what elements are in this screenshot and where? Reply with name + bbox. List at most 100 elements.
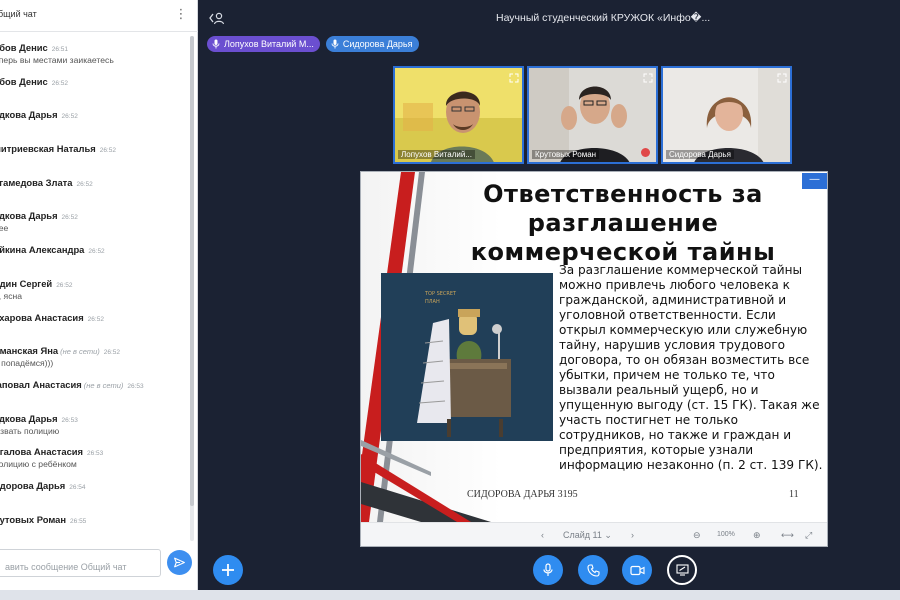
message-text: а, ясна (0, 290, 23, 301)
message-author[interactable]: игалова Анастасия (0, 446, 83, 457)
chat-message: убов Денис26:52а (0, 74, 190, 108)
conference-top-bar: Научный студенческий КРУЖОК «Инфо�... (198, 0, 900, 34)
chat-message: айкина Александра 26:52а (0, 242, 190, 276)
message-text: к (0, 526, 190, 538)
zoom-in-icon[interactable]: ⊕ (753, 528, 761, 542)
microphone-muted-icon (641, 148, 650, 157)
back-participants-icon[interactable] (208, 11, 226, 25)
fullscreen-icon[interactable]: ⤢ (805, 528, 812, 542)
slide-body-text: За разглашение коммерческой тайны можно … (559, 263, 823, 472)
message-author[interactable]: оманская Яна (0, 345, 58, 356)
message-text: еее (0, 223, 9, 234)
message-list: убов Денис26:51еперь вы местами заикаете… (0, 40, 190, 540)
chat-message: идорова Дарья 26:54а (0, 478, 190, 512)
message-time: 26:52 (99, 147, 116, 155)
screen-share-button[interactable] (667, 555, 697, 585)
message-time: 26:53 (87, 450, 104, 458)
fullscreen-icon[interactable] (509, 70, 519, 83)
chat-message: один Сергей 26:52 а, ясна (0, 276, 190, 310)
video-tile[interactable]: Крутовых Роман (527, 66, 658, 164)
speaker-chip[interactable]: Лопухов Виталий М... (207, 36, 320, 52)
message-text: а (0, 391, 190, 403)
message-time: 26:51 (51, 46, 69, 53)
message-time: 26:53 (127, 382, 144, 390)
message-author[interactable]: убов Денис (0, 76, 48, 87)
message-text: полицию с ребёнком (0, 459, 77, 470)
chat-message-header: игалова Анастасия 26:53 (0, 444, 190, 458)
message-author[interactable]: рутовых Роман (0, 514, 66, 525)
message-author[interactable]: ахарова Анастасия (0, 312, 84, 323)
presentation-slide: Ответственность за разглашение коммерчес… (361, 172, 827, 522)
phone-icon (586, 563, 600, 577)
video-tile[interactable]: Сидорова Дарья (661, 66, 792, 164)
message-text: а (0, 492, 190, 504)
message-text: а (0, 324, 190, 336)
message-time: 26:53 (61, 416, 78, 424)
fit-width-icon[interactable]: ⟷ (781, 528, 794, 542)
chat-title: бщий чат (0, 9, 37, 19)
video-tile[interactable]: Лопухов Виталий... (393, 66, 524, 164)
message-author[interactable]: Іаповал Анастасия (0, 379, 82, 390)
slide-illustration: TOP SECRET ПЛАН (381, 273, 553, 441)
slide-selector[interactable]: Слайд 11 ⌄ (563, 528, 612, 542)
chat-panel: бщий чат ⋮ убов Денис26:51еперь вы места… (0, 0, 198, 590)
message-author[interactable]: удкова Дарья (0, 109, 58, 120)
message-author[interactable]: митриевская Наталья (0, 143, 96, 154)
slide-title: Ответственность за разглашение коммерчес… (470, 180, 776, 266)
message-time: 26:52 (61, 214, 78, 222)
microphone-button[interactable] (533, 555, 563, 585)
participant-name: Лопухов Виталий... (398, 150, 475, 159)
message-author[interactable]: удкова Дарья (0, 413, 58, 424)
message-text: а (0, 88, 190, 100)
screen-share-icon (675, 564, 689, 576)
participant-name: Сидорова Дарья (666, 150, 734, 159)
message-text: а (0, 155, 190, 167)
speaker-name: Сидорова Дарья (342, 39, 413, 49)
fullscreen-icon[interactable] (777, 70, 787, 83)
chat-message-header: Іаповал Анастасия (не в сети) 26:53 (0, 377, 190, 391)
chat-message: ахарова Анастасия26:52а (0, 310, 190, 344)
speaker-chip[interactable]: Сидорова Дарья (325, 36, 419, 52)
collapse-slide-button[interactable]: — (802, 173, 827, 189)
more-menu-icon[interactable]: ⋮ (174, 5, 188, 23)
os-taskbar (0, 590, 900, 600)
message-time: 26:52 (51, 79, 69, 87)
next-slide-icon[interactable]: › (631, 528, 634, 542)
chevron-down-icon: ⌄ (604, 530, 612, 540)
fullscreen-icon[interactable] (643, 70, 653, 83)
offline-status: (не в сети) (60, 347, 100, 357)
chat-message: рутовых Роман 26:55к (0, 512, 190, 540)
chat-scrollbar[interactable] (190, 36, 194, 541)
app-window: бщий чат ⋮ убов Денис26:51еперь вы места… (0, 0, 900, 600)
message-text: а (0, 189, 190, 201)
message-time: 26:55 (70, 517, 87, 525)
message-author[interactable]: удкова Дарья (0, 210, 58, 221)
message-author[interactable]: один Сергей (0, 278, 52, 289)
chat-message-header: рутовых Роман 26:55 (0, 512, 190, 526)
message-author[interactable]: убов Денис (0, 42, 48, 53)
add-button[interactable] (213, 555, 243, 585)
message-author[interactable]: идорова Дарья (0, 480, 65, 491)
zoom-out-icon[interactable]: ⊖ (693, 528, 701, 542)
chat-message: митриевская Наталья26:52а (0, 141, 190, 175)
call-button[interactable] (578, 555, 608, 585)
conference-area: Научный студенческий КРУЖОК «Инфо�... Ло… (198, 0, 900, 590)
chat-message-header: удкова Дарья 26:53 (0, 411, 190, 425)
microphone-icon (543, 563, 553, 576)
chat-scrollbar-thumb[interactable] (190, 36, 194, 506)
prev-slide-icon[interactable]: ‹ (541, 528, 544, 542)
chat-message-input[interactable] (0, 549, 161, 577)
message-text: ызвать полицию (0, 425, 60, 436)
message-author[interactable]: агамедова Злата (0, 177, 72, 188)
send-button[interactable] (167, 550, 192, 575)
message-author[interactable]: айкина Александра (0, 244, 84, 255)
message-time: 26:52 (87, 315, 104, 323)
speaker-name: Лопухов Виталий М... (224, 39, 314, 49)
active-speakers: Лопухов Виталий М... Сидорова Дарья (207, 36, 419, 52)
message-time: 26:52 (56, 281, 73, 289)
chat-message-header: митриевская Наталья 26:52 (0, 141, 190, 155)
camera-button[interactable] (622, 555, 652, 585)
slide-selector-label: Слайд 11 (563, 530, 602, 540)
chat-message-header: оманская Яна (не в сети) 26:52 (0, 343, 190, 357)
image-label: TOP SECRET (425, 291, 457, 297)
